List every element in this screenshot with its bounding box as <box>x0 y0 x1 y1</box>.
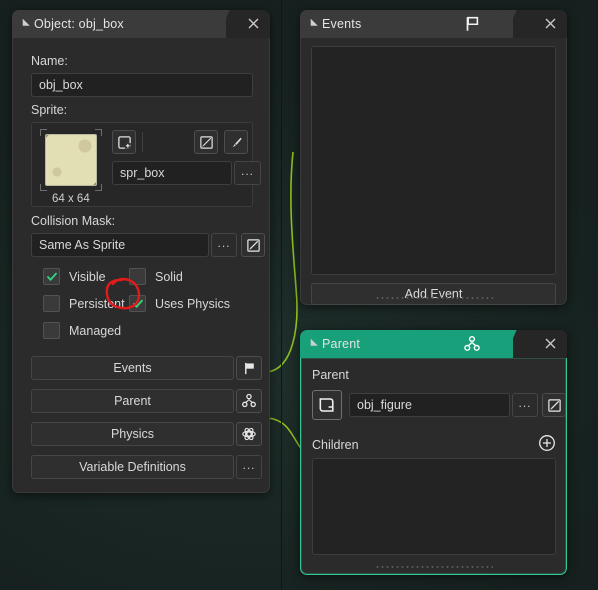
parent-object-input[interactable]: obj_figure <box>349 393 510 417</box>
parent-panel-close-icon[interactable] <box>543 336 558 351</box>
uses-physics-checkbox-label: Uses Physics <box>155 296 231 311</box>
collapse-triangle-icon[interactable] <box>307 18 318 30</box>
visible-checkbox-box[interactable] <box>43 268 60 285</box>
sprite-preview[interactable] <box>40 129 102 191</box>
physics-button[interactable]: Physics <box>31 422 234 446</box>
object-panel-titlebar[interactable]: Object: obj_box <box>12 10 270 38</box>
parent-panel-titlebar[interactable]: Parent <box>300 330 567 358</box>
persistent-checkbox-box[interactable] <box>43 295 60 312</box>
flag-icon[interactable] <box>236 356 262 380</box>
events-panel-title: Events <box>322 17 362 31</box>
events-panel-body: Add Event <box>300 38 567 305</box>
preview-corner-tr <box>95 129 102 136</box>
solid-checkbox-label: Solid <box>155 269 183 284</box>
collision-mask-label: Collision Mask: <box>31 214 116 228</box>
persistent-checkbox-label: Persistent <box>69 296 125 311</box>
managed-checkbox-label: Managed <box>69 323 122 338</box>
sprite-section: 64 x 64 spr_box ... <box>31 122 261 207</box>
object-panel-body: Name: obj_box Sprite: 64 x 64 spr_box ..… <box>12 38 270 493</box>
sprite-edit-actions <box>194 130 248 154</box>
events-button[interactable]: Events <box>31 356 234 380</box>
parent-panel-resize-grip[interactable] <box>374 565 493 569</box>
edit-object-icon[interactable] <box>542 393 566 417</box>
edit-image-icon[interactable] <box>194 130 218 154</box>
collision-mask-options-button[interactable]: ... <box>211 233 237 257</box>
flag-icon <box>463 15 481 33</box>
parent-panel-title: Parent <box>322 337 361 351</box>
events-list[interactable] <box>311 46 556 275</box>
connector-events-line <box>267 151 298 373</box>
checkbox-solid[interactable]: Solid <box>129 268 183 285</box>
sprite-picker-button[interactable]: ... <box>234 161 261 185</box>
paintbrush-icon[interactable] <box>224 130 248 154</box>
solid-checkbox-box[interactable] <box>129 268 146 285</box>
children-list[interactable] <box>312 458 556 555</box>
object-name-input[interactable]: obj_box <box>31 73 253 97</box>
collapse-triangle-icon[interactable] <box>307 338 318 350</box>
ellipsis-icon[interactable]: ... <box>236 455 262 479</box>
object-panel-close-icon[interactable] <box>246 16 261 31</box>
titlebar-active-area: Object: obj_box <box>12 10 226 38</box>
plus-circle-icon[interactable] <box>538 434 556 452</box>
parent-panel-body: Parent obj_figure ... Children <box>300 358 567 575</box>
workspace-background: Object: obj_box Name: obj_box Sprite: 64… <box>0 0 598 590</box>
uses-physics-checkbox-box[interactable] <box>129 295 146 312</box>
preview-corner-bl <box>40 184 47 191</box>
hierarchy-icon <box>463 335 481 353</box>
checkbox-managed[interactable]: Managed <box>43 322 121 339</box>
sprite-thumbnail-image <box>45 134 97 186</box>
object-editor-panel: Object: obj_box Name: obj_box Sprite: 64… <box>12 10 270 493</box>
atom-icon[interactable] <box>236 422 262 446</box>
object-icon[interactable] <box>312 390 342 420</box>
managed-checkbox-box[interactable] <box>43 322 60 339</box>
new-sprite-icon[interactable] <box>112 130 136 154</box>
edit-collision-mask-icon[interactable] <box>241 233 265 257</box>
add-event-button[interactable]: Add Event <box>311 283 556 305</box>
parent-panel: Parent Parent obj_figure ... Children <box>300 330 567 575</box>
events-titlebar-active-area: Events <box>300 10 513 38</box>
events-panel-resize-grip[interactable] <box>374 296 493 300</box>
hierarchy-icon[interactable] <box>236 389 262 413</box>
parent-titlebar-active-area: Parent <box>300 330 513 358</box>
checkbox-persistent[interactable]: Persistent <box>43 295 125 312</box>
parent-picker-button[interactable]: ... <box>512 393 538 417</box>
sprite-name-input[interactable]: spr_box <box>112 161 232 185</box>
collision-mask-select[interactable]: Same As Sprite <box>31 233 209 257</box>
sprite-size-label: 64 x 64 <box>52 193 90 205</box>
checkbox-visible[interactable]: Visible <box>43 268 106 285</box>
events-panel-close-icon[interactable] <box>543 16 558 31</box>
events-panel: Events Add Event <box>300 10 567 305</box>
visible-checkbox-label: Visible <box>69 269 106 284</box>
parent-field-label: Parent <box>312 368 349 382</box>
preview-corner-br <box>95 184 102 191</box>
sprite-actions-divider <box>142 132 143 152</box>
events-panel-titlebar[interactable]: Events <box>300 10 567 38</box>
preview-corner-tl <box>40 129 47 136</box>
variable-definitions-button[interactable]: Variable Definitions <box>31 455 234 479</box>
object-panel-title: Object: obj_box <box>34 17 124 31</box>
collapse-triangle-icon[interactable] <box>19 18 30 30</box>
sprite-actions-row <box>112 130 143 154</box>
children-label: Children <box>312 438 359 452</box>
checkbox-uses-physics[interactable]: Uses Physics <box>129 295 230 312</box>
parent-button[interactable]: Parent <box>31 389 234 413</box>
name-label: Name: <box>31 54 68 68</box>
sprite-label: Sprite: <box>31 103 68 117</box>
